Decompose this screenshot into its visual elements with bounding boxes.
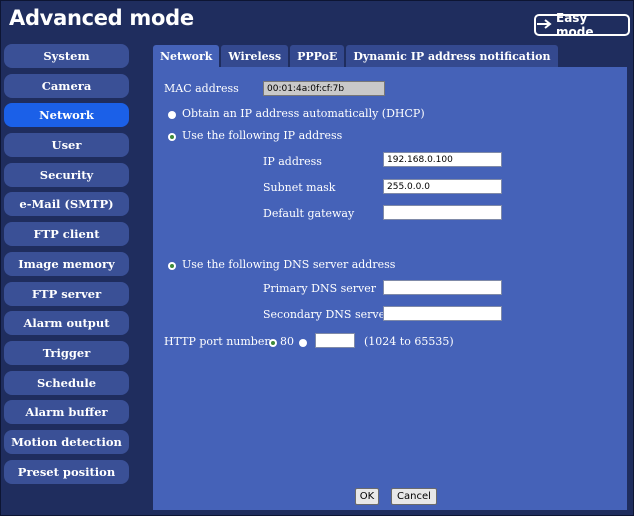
mac-address-field: 00:01:4a:0f:cf:7b: [263, 81, 385, 96]
subnet-mask-input[interactable]: 255.0.0.0: [383, 179, 502, 194]
sidebar-item-motion-detection[interactable]: Motion detection: [4, 429, 129, 454]
tab-dynamic-ip-notification[interactable]: Dynamic IP address notification: [346, 45, 558, 67]
dhcp-radio[interactable]: [168, 111, 176, 119]
tab-pppoe[interactable]: PPPoE: [290, 45, 345, 67]
http-port-custom-radio[interactable]: [299, 339, 307, 347]
ip-address-input[interactable]: 192.168.0.100: [383, 152, 502, 167]
sidebar-item-preset-position[interactable]: Preset position: [4, 459, 129, 484]
sidebar-item-alarm-buffer[interactable]: Alarm buffer: [4, 400, 129, 425]
sidebar-item-user[interactable]: User: [4, 133, 129, 158]
sidebar-menu: System Camera Network User Security e-Ma…: [4, 44, 132, 489]
sidebar-item-trigger[interactable]: Trigger: [4, 340, 129, 365]
dns-label: Use the following DNS server address: [182, 258, 396, 271]
http-port-custom-input[interactable]: [315, 333, 355, 348]
sidebar-item-network[interactable]: Network: [4, 103, 129, 128]
static-ip-label: Use the following IP address: [182, 129, 343, 142]
sidebar-item-security[interactable]: Security: [4, 162, 129, 187]
subnet-mask-label: Subnet mask: [263, 181, 336, 194]
sidebar-item-email[interactable]: e-Mail (SMTP): [4, 192, 129, 217]
sidebar-item-ftp-server[interactable]: FTP server: [4, 281, 129, 306]
http-port-label: HTTP port number: [164, 335, 270, 348]
secondary-dns-input[interactable]: [383, 306, 502, 321]
static-ip-radio[interactable]: [168, 133, 176, 141]
sidebar-item-camera[interactable]: Camera: [4, 73, 129, 98]
easy-mode-label: Easy mode: [556, 11, 594, 39]
sidebar-item-image-memory[interactable]: Image memory: [4, 251, 129, 276]
page-title: Advanced mode: [9, 6, 194, 30]
dns-radio[interactable]: [168, 262, 176, 270]
default-gateway-input[interactable]: [383, 205, 502, 220]
primary-dns-input[interactable]: [383, 280, 502, 295]
tab-bar: Network Wireless PPPoE Dynamic IP addres…: [153, 45, 560, 67]
ip-address-label: IP address: [263, 155, 322, 168]
sidebar-item-ftp-client[interactable]: FTP client: [4, 222, 129, 247]
default-gateway-label: Default gateway: [263, 207, 355, 220]
http-port-default-label: 80: [280, 335, 294, 348]
easy-mode-button[interactable]: Easy mode: [534, 11, 630, 39]
dhcp-label: Obtain an IP address automatically (DHCP…: [182, 107, 425, 120]
primary-dns-label: Primary DNS server: [263, 282, 377, 295]
sidebar-item-alarm-output[interactable]: Alarm output: [4, 311, 129, 336]
mac-address-label: MAC address: [164, 82, 239, 95]
sidebar-item-system[interactable]: System: [4, 44, 129, 68]
http-port-default-radio[interactable]: [269, 339, 277, 347]
sidebar-item-schedule[interactable]: Schedule: [4, 370, 129, 395]
secondary-dns-label: Secondary DNS server: [263, 308, 391, 321]
app-window: Advanced mode Easy mode System Camera Ne…: [0, 0, 634, 516]
cancel-button[interactable]: Cancel: [391, 488, 437, 505]
ok-button[interactable]: OK: [355, 488, 379, 505]
tab-wireless[interactable]: Wireless: [221, 45, 289, 67]
tab-network[interactable]: Network: [153, 45, 220, 67]
http-port-range-label: (1024 to 65535): [364, 335, 454, 348]
arrow-right-icon: [536, 18, 552, 32]
